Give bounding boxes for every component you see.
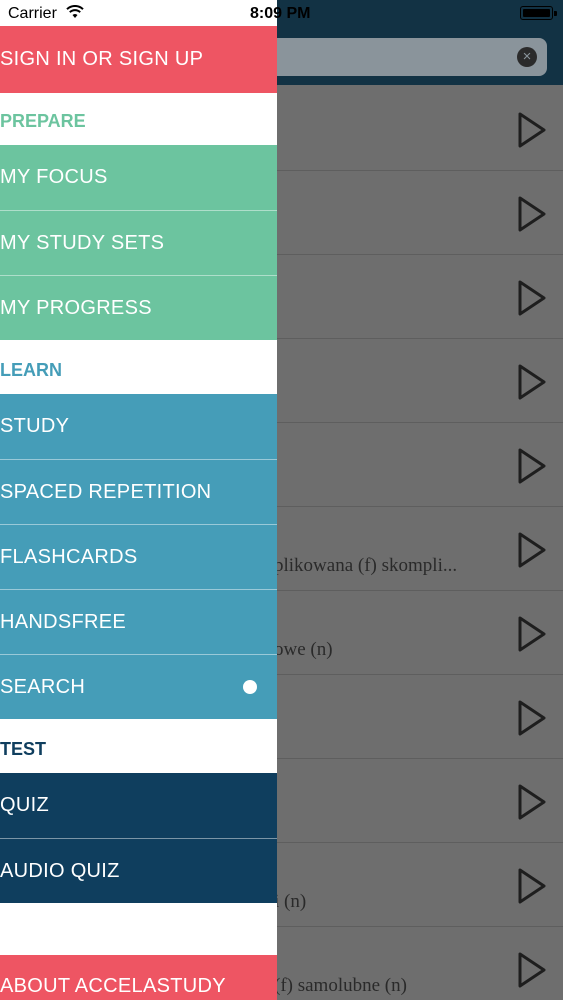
section-header-learn: LEARN bbox=[0, 346, 277, 394]
background-row-text: plikowana (f) skompli... bbox=[274, 555, 458, 576]
menu-item-flashcards[interactable]: FLASHCARDS bbox=[0, 524, 277, 589]
play-icon[interactable] bbox=[517, 615, 547, 653]
status-bar: Carrier 8:09 PM bbox=[0, 0, 563, 28]
menu-item-spaced-repetition[interactable]: SPACED REPETITION bbox=[0, 459, 277, 524]
menu-item-my-focus[interactable]: MY FOCUS bbox=[0, 145, 277, 210]
menu-item-study[interactable]: STUDY bbox=[0, 394, 277, 459]
selected-dot-icon bbox=[243, 680, 257, 694]
play-icon[interactable] bbox=[517, 279, 547, 317]
play-icon[interactable] bbox=[517, 867, 547, 905]
menu-item-handsfree[interactable]: HANDSFREE bbox=[0, 589, 277, 654]
background-list-row[interactable] bbox=[262, 171, 563, 255]
section-header-prepare: PREPARE bbox=[0, 97, 277, 145]
play-icon[interactable] bbox=[517, 531, 547, 569]
background-list-row[interactable]: i (n) bbox=[262, 843, 563, 927]
background-list-row[interactable] bbox=[262, 423, 563, 507]
background-row-text: (f) samolubne (n) bbox=[274, 975, 407, 996]
background-row-text: owe (n) bbox=[274, 639, 333, 660]
clear-icon[interactable]: × bbox=[517, 47, 537, 67]
play-icon[interactable] bbox=[517, 111, 547, 149]
status-time: 8:09 PM bbox=[250, 5, 311, 22]
background-list-row[interactable] bbox=[262, 759, 563, 843]
background-list-row[interactable] bbox=[262, 339, 563, 423]
play-icon[interactable] bbox=[517, 363, 547, 401]
background-list-row[interactable]: (f) samolubne (n) bbox=[262, 927, 563, 1000]
menu-item-search[interactable]: SEARCH bbox=[0, 654, 277, 719]
menu-item-my-study-sets[interactable]: MY STUDY SETS bbox=[0, 210, 277, 275]
play-icon[interactable] bbox=[517, 195, 547, 233]
background-list-row[interactable] bbox=[262, 255, 563, 339]
play-icon[interactable] bbox=[517, 447, 547, 485]
menu-item-audio-quiz[interactable]: AUDIO QUIZ bbox=[0, 838, 277, 903]
section-header-test: TEST bbox=[0, 725, 277, 773]
side-menu: SIGN IN OR SIGN UP PREPARE MY FOCUS MY S… bbox=[0, 0, 277, 1000]
menu-item-quiz[interactable]: QUIZ bbox=[0, 773, 277, 838]
menu-item-my-progress[interactable]: MY PROGRESS bbox=[0, 275, 277, 340]
background-list-row[interactable] bbox=[262, 87, 563, 171]
play-icon[interactable] bbox=[517, 699, 547, 737]
background-row-text: i (n) bbox=[274, 891, 307, 912]
carrier-label: Carrier bbox=[8, 5, 57, 22]
battery-icon bbox=[520, 6, 557, 20]
about-button[interactable]: ABOUT ACCELASTUDY bbox=[0, 955, 277, 1000]
background-list-row[interactable]: plikowana (f) skompli... bbox=[262, 507, 563, 591]
sign-in-label: SIGN IN OR SIGN UP bbox=[0, 48, 204, 70]
background-search-field[interactable]: × bbox=[262, 38, 547, 76]
wifi-icon bbox=[66, 5, 84, 18]
play-icon[interactable] bbox=[517, 951, 547, 989]
play-icon[interactable] bbox=[517, 783, 547, 821]
background-list-row[interactable]: owe (n) bbox=[262, 591, 563, 675]
sign-in-button[interactable]: SIGN IN OR SIGN UP bbox=[0, 26, 277, 93]
background-list-row[interactable] bbox=[262, 675, 563, 759]
